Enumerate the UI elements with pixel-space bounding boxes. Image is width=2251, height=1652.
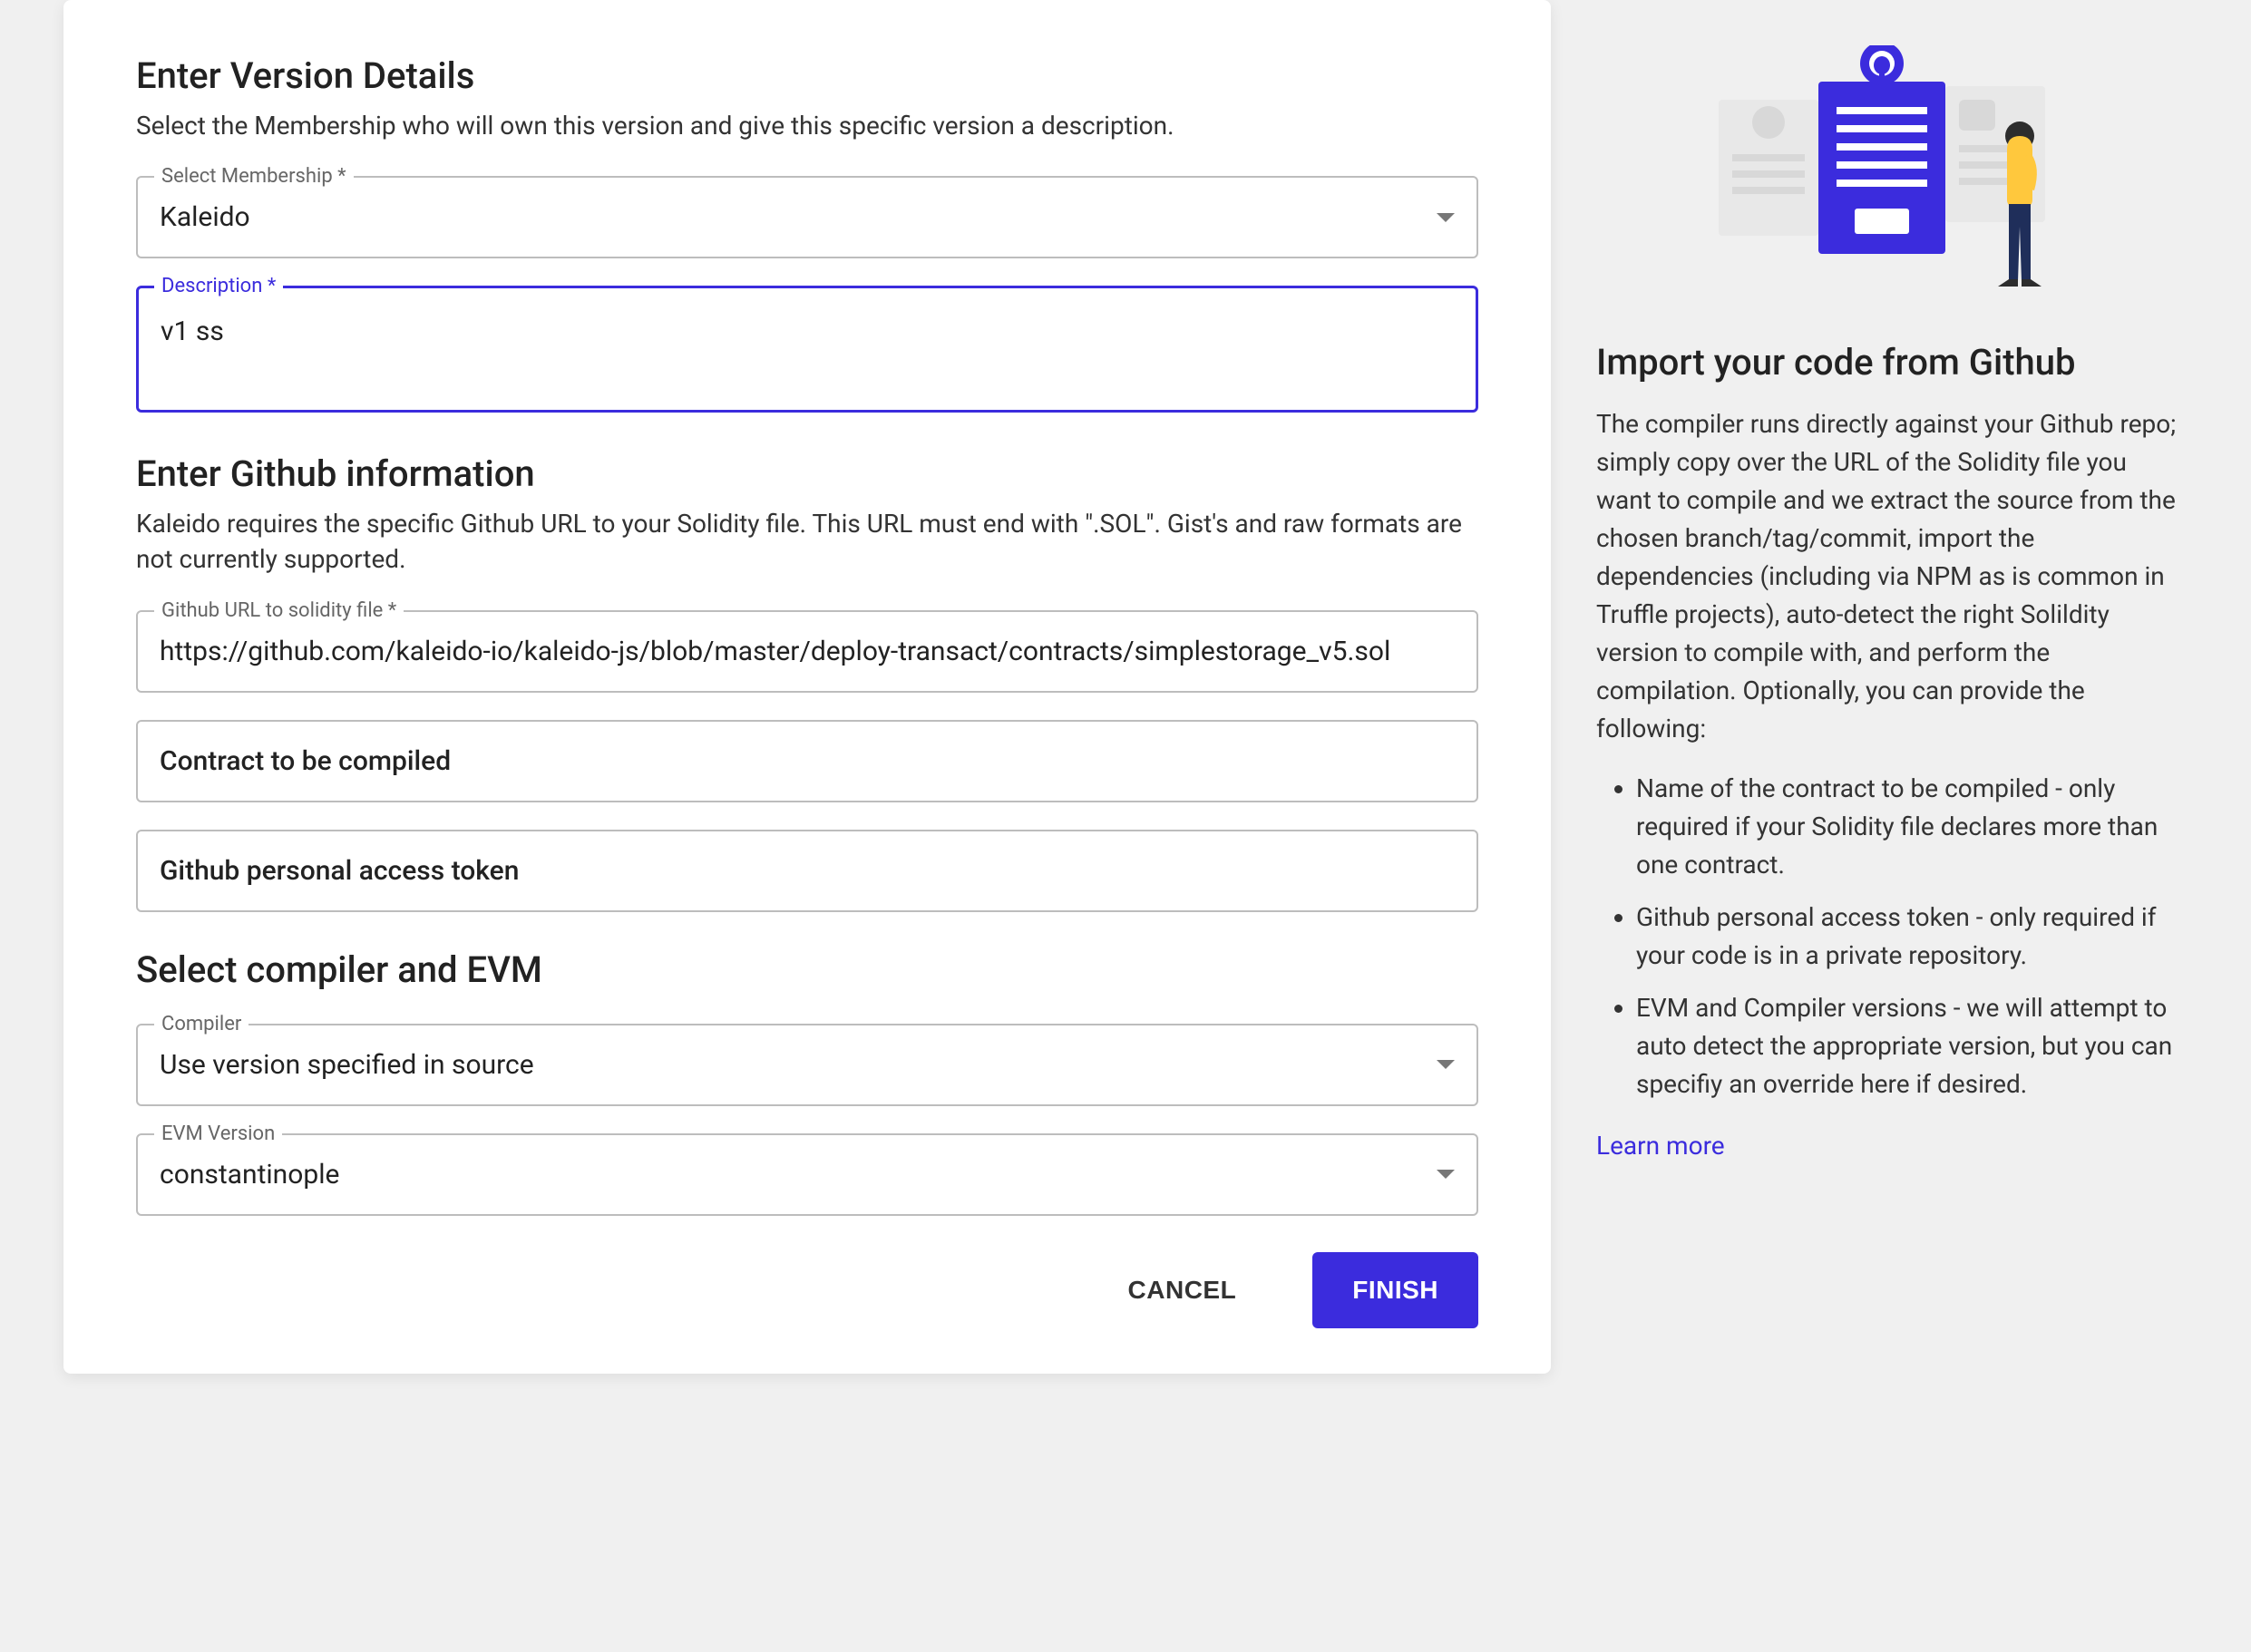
field-membership: Select Membership * Kaleido [136,176,1478,258]
section-version-heading: Enter Version Details [136,54,1478,97]
field-compiler: Compiler Use version specified in source [136,1024,1478,1106]
input-token[interactable] [136,830,1478,912]
select-membership[interactable]: Kaleido [136,176,1478,258]
chevron-down-icon [1437,1170,1455,1179]
select-compiler-value: Use version specified in source [160,1049,534,1081]
illustration [1596,45,2186,308]
field-token [136,830,1478,912]
input-github-url[interactable] [136,610,1478,693]
label-description: Description * [154,275,283,297]
learn-more-link[interactable]: Learn more [1596,1131,1725,1161]
field-contract [136,720,1478,802]
finish-button[interactable]: FINISH [1312,1252,1478,1328]
label-github-url: Github URL to solidity file * [154,599,404,622]
side-paragraph: The compiler runs directly against your … [1596,405,2186,748]
label-evm: EVM Version [154,1122,282,1145]
select-evm[interactable]: constantinople [136,1133,1478,1216]
cancel-button[interactable]: CANCEL [1088,1252,1277,1328]
field-description: Description * [136,286,1478,416]
select-membership-value: Kaleido [160,201,250,233]
side-title: Import your code from Github [1596,341,2186,384]
section-version-subhead: Select the Membership who will own this … [136,108,1478,143]
input-description[interactable] [136,286,1478,413]
label-membership: Select Membership * [154,165,354,188]
page-container: Enter Version Details Select the Members… [0,0,2251,1392]
section-version: Enter Version Details Select the Members… [136,54,1478,416]
form-card: Enter Version Details Select the Members… [63,0,1551,1374]
side-bullet: Github personal access token - only requ… [1636,899,2186,975]
section-github-heading: Enter Github information [136,452,1478,495]
field-github-url: Github URL to solidity file * [136,610,1478,693]
field-evm: EVM Version constantinople [136,1133,1478,1216]
chevron-down-icon [1437,213,1455,222]
side-panel: Import your code from Github The compile… [1551,0,2240,1374]
input-contract[interactable] [136,720,1478,802]
section-compiler-heading: Select compiler and EVM [136,948,1478,991]
select-compiler[interactable]: Use version specified in source [136,1024,1478,1106]
label-compiler: Compiler [154,1013,248,1035]
side-bullet: Name of the contract to be compiled - on… [1636,770,2186,884]
section-github-subhead: Kaleido requires the specific Github URL… [136,506,1478,577]
select-evm-value: constantinople [160,1159,339,1190]
section-compiler: Select compiler and EVM Compiler Use ver… [136,948,1478,1216]
github-illustration-icon [1700,45,2081,308]
chevron-down-icon [1437,1060,1455,1069]
section-github: Enter Github information Kaleido require… [136,452,1478,911]
side-bullet: EVM and Compiler versions - we will atte… [1636,989,2186,1103]
side-bullet-list: Name of the contract to be compiled - on… [1596,770,2186,1103]
form-actions: CANCEL FINISH [136,1252,1478,1328]
